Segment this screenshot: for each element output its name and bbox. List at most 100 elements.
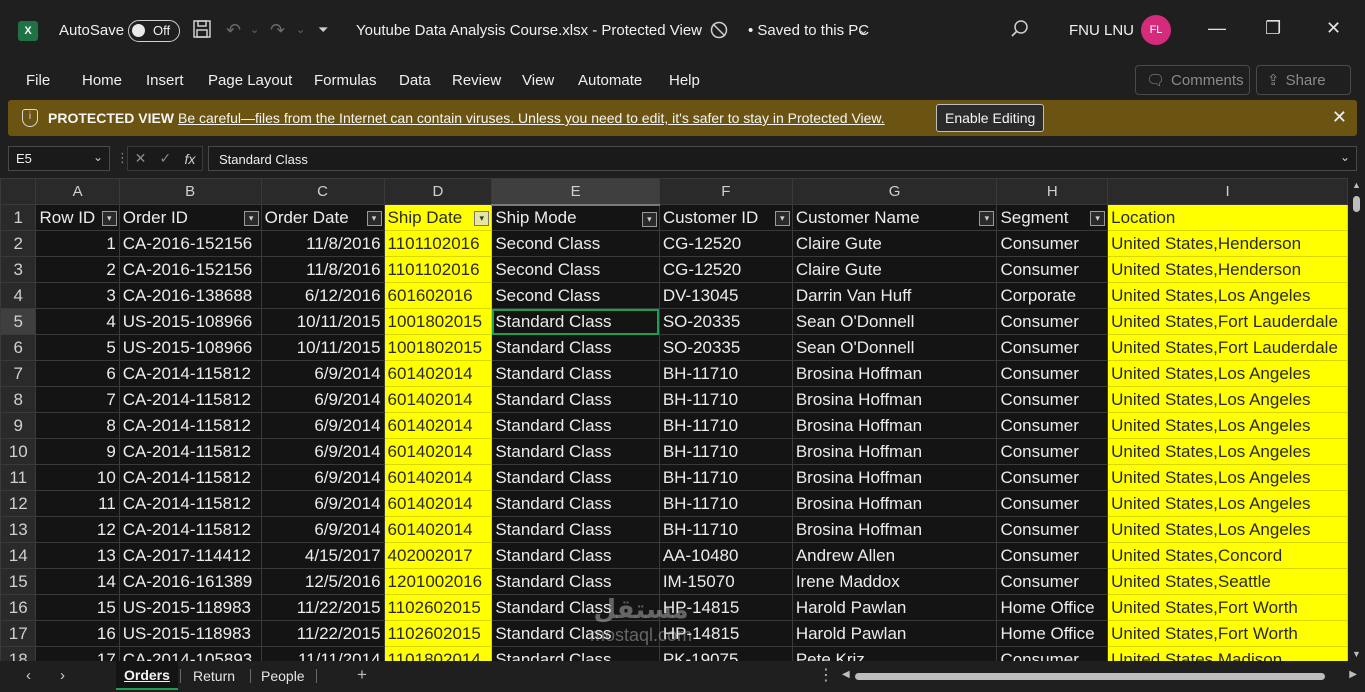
cell-h17[interactable]: Home Office [996, 620, 1109, 647]
cell-c15[interactable]: 12/5/2016 [260, 568, 385, 595]
cell-i5[interactable]: United States,Fort Lauderdale [1107, 308, 1348, 335]
table-header-cell[interactable]: Order Date ▾ [260, 204, 385, 231]
cell-a12[interactable]: 11 [35, 490, 120, 517]
check-icon[interactable]: ✓ [160, 150, 172, 167]
cell-a17[interactable]: 16 [35, 620, 120, 647]
redo-dropdown-icon[interactable]: ⌄ [296, 19, 305, 41]
undo-icon[interactable]: ↶ [226, 19, 241, 41]
row-header[interactable]: 13 [0, 516, 37, 543]
cell-e12[interactable]: Standard Class [491, 490, 660, 517]
row-header[interactable]: 2 [0, 230, 37, 257]
cell-i6[interactable]: United States,Fort Lauderdale [1107, 334, 1348, 361]
menu-home[interactable]: Home [82, 72, 122, 89]
cell-b13[interactable]: CA-2014-115812 [118, 516, 262, 543]
cell-d8[interactable]: 601402014 [383, 386, 493, 413]
cell-a5[interactable]: 4 [35, 308, 120, 335]
menu-automate[interactable]: Automate [578, 72, 642, 89]
cell-a9[interactable]: 8 [35, 412, 120, 439]
share-button[interactable]: ⇪ Share [1256, 65, 1351, 95]
cell-i7[interactable]: United States,Los Angeles [1107, 360, 1348, 387]
cell-c11[interactable]: 6/9/2014 [260, 464, 385, 491]
cell-f2[interactable]: CG-12520 [658, 230, 793, 257]
row-header[interactable]: 15 [0, 568, 37, 595]
worksheet-grid[interactable]: ABCDEFGHI 1 Row ID ▾ Order ID ▾ Order Date ▾ Sh… [0, 178, 1348, 661]
search-icon[interactable] [1010, 19, 1030, 44]
row-header[interactable]: 6 [0, 334, 37, 361]
cell-h8[interactable]: Consumer [996, 386, 1109, 413]
cell-d3[interactable]: 1101102016 [383, 256, 493, 283]
cell-d18[interactable]: 1101802014 [383, 646, 493, 661]
cell-b8[interactable]: CA-2014-115812 [118, 386, 262, 413]
document-title[interactable]: Youtube Data Analysis Course.xlsx - Prot… [356, 22, 702, 39]
cell-b3[interactable]: CA-2016-152156 [118, 256, 262, 283]
cell-g15[interactable]: Irene Maddox [791, 568, 998, 595]
sensitivity-icon[interactable] [709, 20, 729, 45]
cell-h3[interactable]: Consumer [996, 256, 1109, 283]
cell-f18[interactable]: PK-19075 [658, 646, 793, 661]
menu-file[interactable]: File [26, 72, 50, 89]
cell-e2[interactable]: Second Class [491, 230, 660, 257]
scroll-thumb[interactable] [855, 673, 1325, 680]
cell-f10[interactable]: BH-11710 [658, 438, 793, 465]
next-sheet-icon[interactable]: › [60, 667, 65, 684]
column-header-c[interactable]: C [260, 178, 385, 205]
cell-b9[interactable]: CA-2014-115812 [118, 412, 262, 439]
filter-dropdown-icon[interactable]: ▾ [474, 211, 490, 226]
row-header[interactable]: 16 [0, 594, 37, 621]
row-header[interactable]: 3 [0, 256, 37, 283]
cell-c18[interactable]: 11/11/2014 [260, 646, 385, 661]
cell-f14[interactable]: AA-10480 [658, 542, 793, 569]
comments-button[interactable]: 🗨 Comments [1135, 65, 1250, 95]
cell-b15[interactable]: CA-2016-161389 [118, 568, 262, 595]
cell-a3[interactable]: 2 [35, 256, 120, 283]
horizontal-scrollbar[interactable]: ◀ ▶ [840, 669, 1357, 681]
cell-c8[interactable]: 6/9/2014 [260, 386, 385, 413]
cell-d15[interactable]: 1201002016 [383, 568, 493, 595]
cell-c7[interactable]: 6/9/2014 [260, 360, 385, 387]
cell-f12[interactable]: BH-11710 [658, 490, 793, 517]
cell-g10[interactable]: Brosina Hoffman [791, 438, 998, 465]
cell-e11[interactable]: Standard Class [491, 464, 660, 491]
cell-i12[interactable]: United States,Los Angeles [1107, 490, 1348, 517]
cell-h7[interactable]: Consumer [996, 360, 1109, 387]
cell-a8[interactable]: 7 [35, 386, 120, 413]
column-header-e[interactable]: E [491, 178, 660, 206]
menu-view[interactable]: View [522, 72, 554, 89]
cell-d17[interactable]: 1102602015 [383, 620, 493, 647]
cell-e5[interactable]: Standard Class [491, 308, 660, 335]
cell-g4[interactable]: Darrin Van Huff [791, 282, 998, 309]
cell-e3[interactable]: Second Class [491, 256, 660, 283]
column-header-i[interactable]: I [1107, 178, 1348, 205]
row-header[interactable]: 14 [0, 542, 37, 569]
menu-data[interactable]: Data [399, 72, 431, 89]
cell-h18[interactable]: Consumer [996, 646, 1109, 661]
cell-c4[interactable]: 6/12/2016 [260, 282, 385, 309]
cell-c10[interactable]: 6/9/2014 [260, 438, 385, 465]
table-header-cell[interactable]: Customer Name ▾ [791, 204, 998, 231]
cell-c2[interactable]: 11/8/2016 [260, 230, 385, 257]
protected-view-message[interactable]: Be careful—files from the Internet can c… [178, 110, 885, 126]
row-header[interactable]: 11 [0, 464, 37, 491]
row-header[interactable]: 5 [0, 308, 37, 335]
scroll-left-icon[interactable]: ◀ [842, 669, 850, 680]
cell-h2[interactable]: Consumer [996, 230, 1109, 257]
expand-formula-icon[interactable]: ⌄ [1340, 150, 1350, 164]
close-window-icon[interactable]: ✕ [1326, 18, 1341, 39]
cell-d12[interactable]: 601402014 [383, 490, 493, 517]
cell-g16[interactable]: Harold Pawlan [791, 594, 998, 621]
cell-h11[interactable]: Consumer [996, 464, 1109, 491]
row-header[interactable]: 12 [0, 490, 37, 517]
cell-h10[interactable]: Consumer [996, 438, 1109, 465]
minimize-icon[interactable]: — [1208, 18, 1226, 39]
cell-g17[interactable]: Harold Pawlan [791, 620, 998, 647]
cell-e16[interactable]: Standard Class [491, 594, 660, 621]
column-header-d[interactable]: D [383, 178, 493, 205]
menu-review[interactable]: Review [452, 72, 501, 89]
cell-e15[interactable]: Standard Class [491, 568, 660, 595]
cell-a16[interactable]: 15 [35, 594, 120, 621]
cell-f8[interactable]: BH-11710 [658, 386, 793, 413]
prev-sheet-icon[interactable]: ‹ [26, 667, 31, 684]
cell-f4[interactable]: DV-13045 [658, 282, 793, 309]
cell-h16[interactable]: Home Office [996, 594, 1109, 621]
cell-e14[interactable]: Standard Class [491, 542, 660, 569]
